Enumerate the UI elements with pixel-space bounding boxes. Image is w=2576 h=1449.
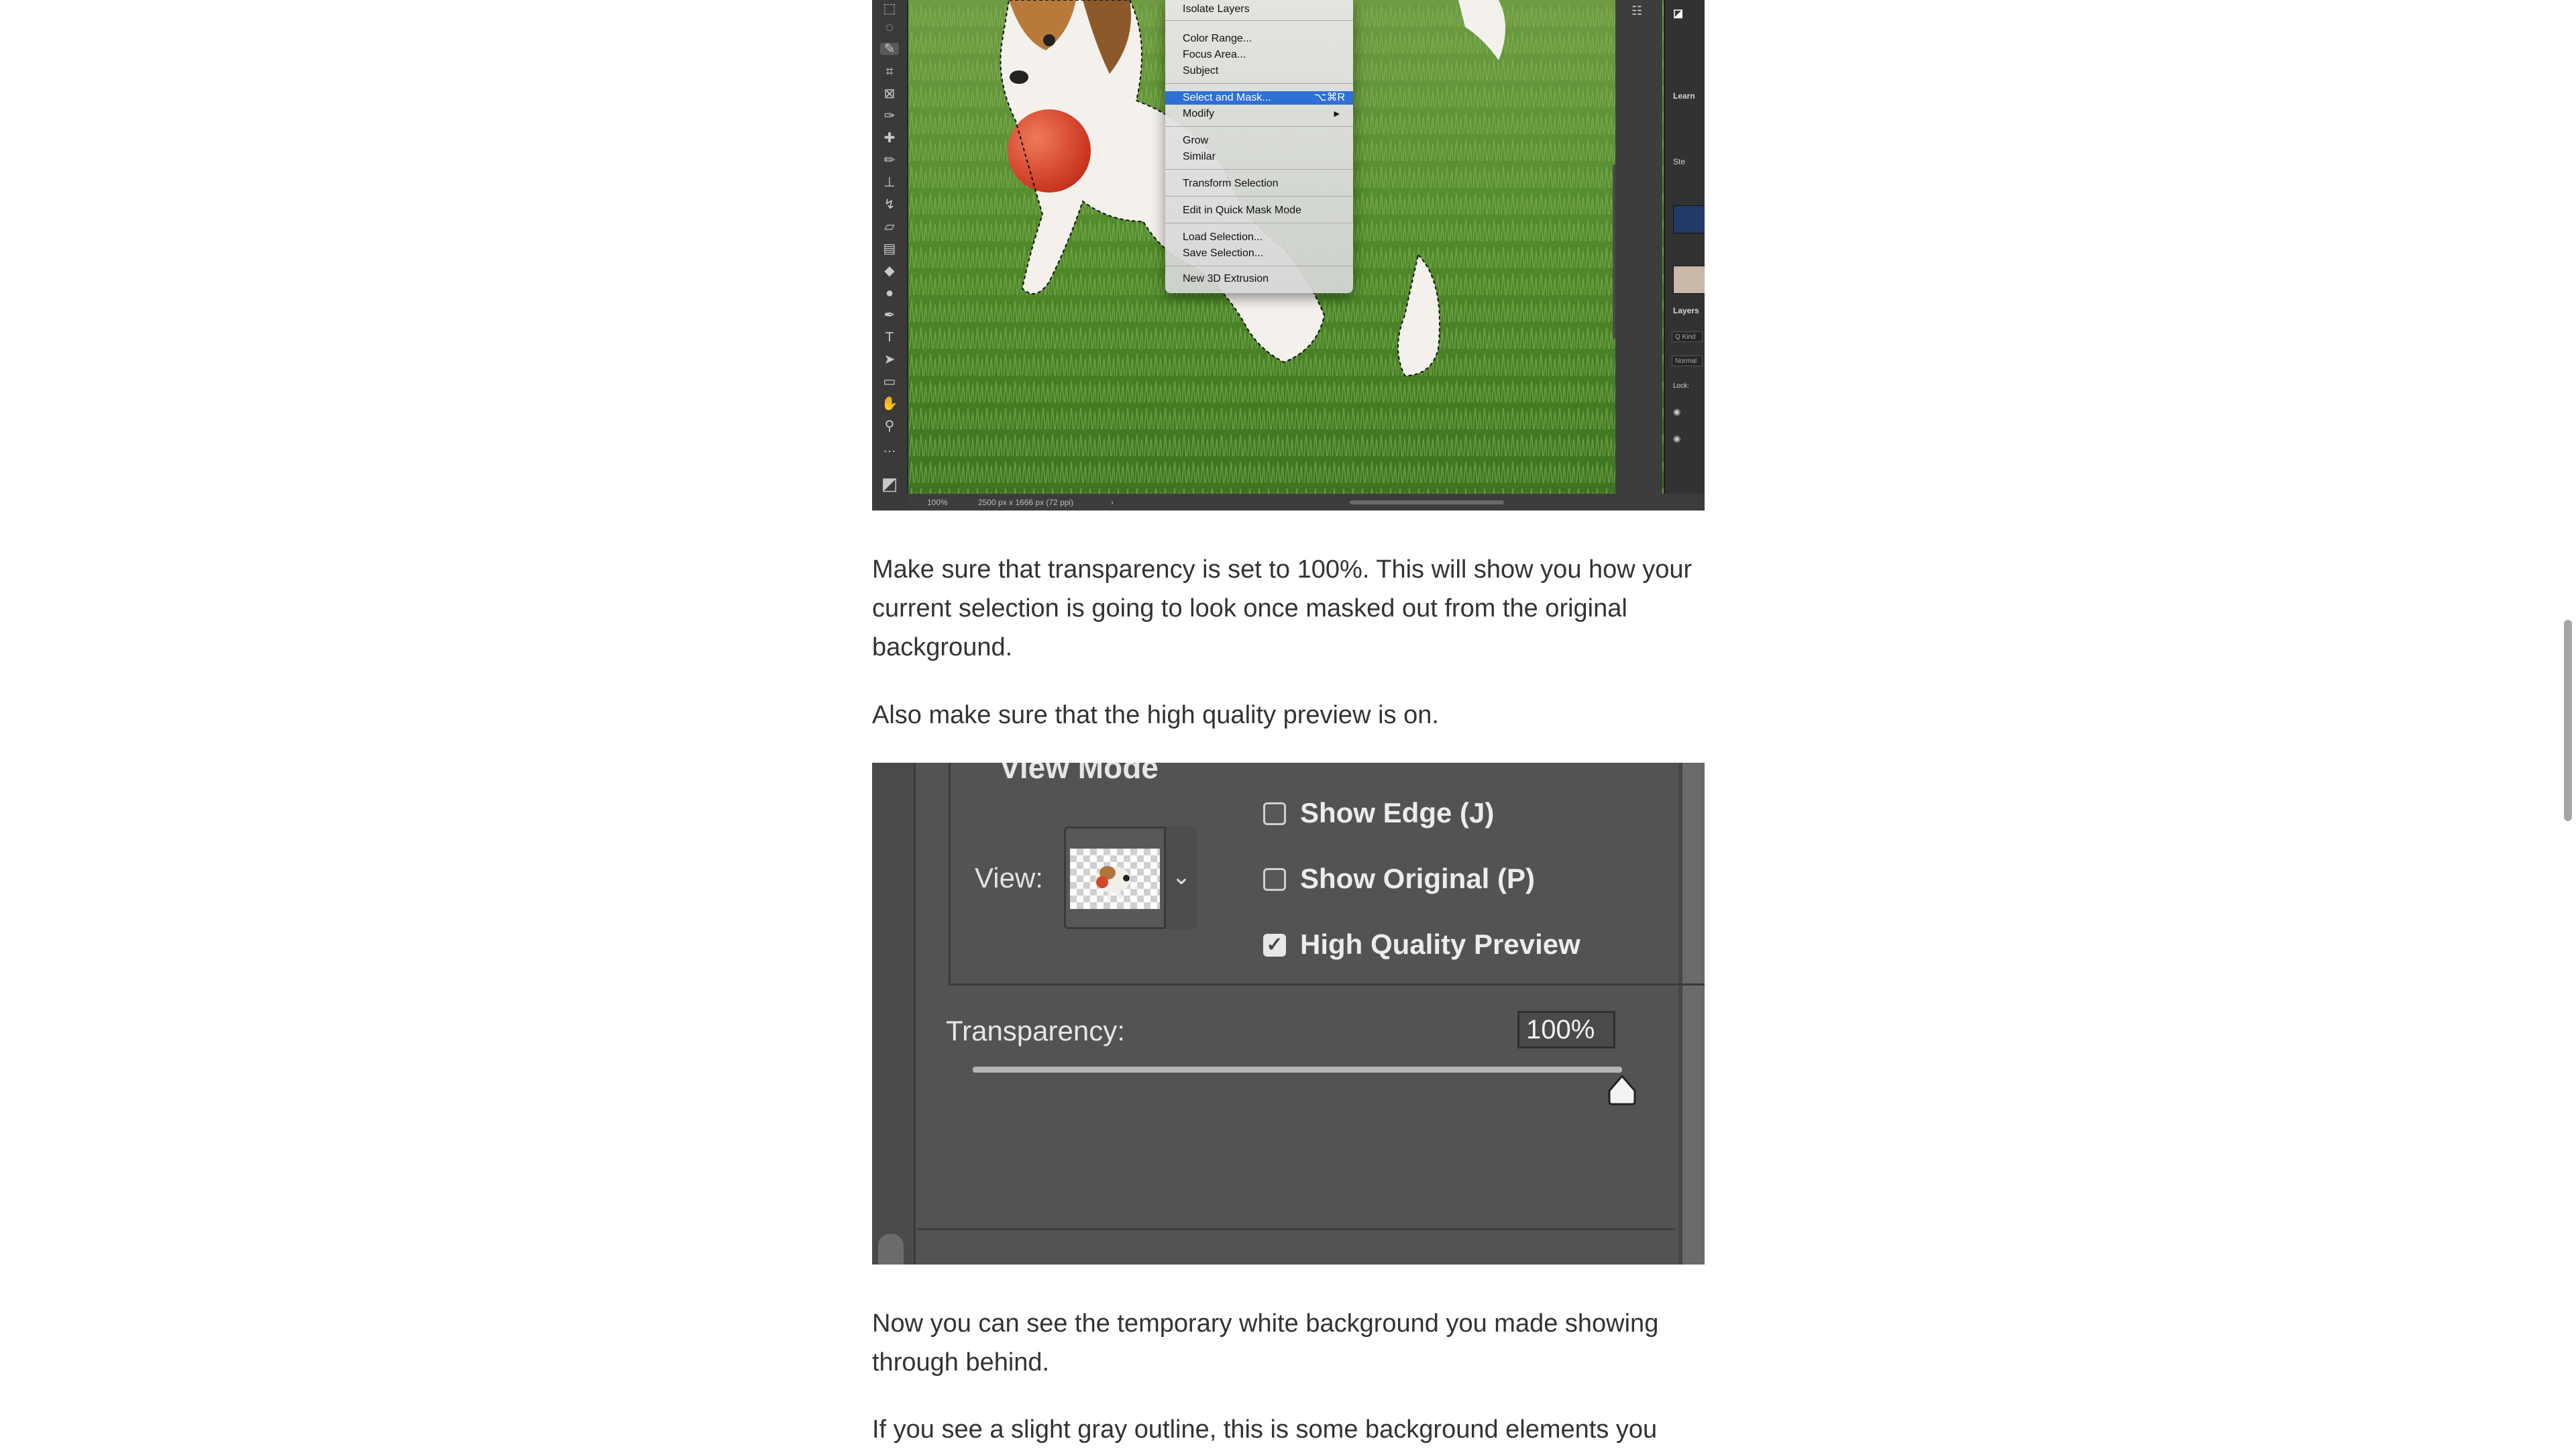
- transparency-value-field[interactable]: 100%: [1517, 1011, 1615, 1049]
- menu-item-select-and-mask[interactable]: Select and Mask... ⌥⌘R: [1165, 91, 1353, 105]
- high-quality-preview-checkbox[interactable]: ✓: [1263, 934, 1286, 957]
- menu-item-focus-area[interactable]: Focus Area...: [1183, 48, 1348, 62]
- learn-panel-label: Learn: [1673, 91, 1695, 101]
- zoom-tool-icon: ⚲: [884, 419, 895, 433]
- chevron-down-icon[interactable]: ⌄: [1164, 826, 1197, 929]
- panel-toggle-icon[interactable]: ☷: [1631, 4, 1642, 18]
- brush-tool-icon: ✏: [883, 153, 896, 168]
- eraser-tool-icon: ▱: [884, 219, 895, 234]
- horizontal-scrollbar[interactable]: [1350, 500, 1504, 504]
- view-mode-title: View Mode: [1000, 763, 1159, 785]
- high-quality-preview-label: High Quality Preview: [1300, 928, 1580, 960]
- stamp-tool-icon: ⊥: [883, 175, 896, 190]
- menu-separator: [1165, 126, 1353, 127]
- pen-tool-icon: ✒: [883, 308, 896, 323]
- frame-tool-icon: ⊠: [883, 87, 896, 101]
- status-bar: 100% 2500 px x 1666 px (72 ppi) ›: [907, 494, 1705, 511]
- dodge-tool-icon: ●: [885, 286, 894, 301]
- hand-tool-icon: ✋: [881, 396, 898, 411]
- view-label: View:: [975, 862, 1043, 894]
- menu-item-transform-selection[interactable]: Transform Selection: [1183, 177, 1348, 191]
- document-info[interactable]: 2500 px x 1666 px (72 ppi): [978, 498, 1073, 507]
- menu-separator: [1165, 83, 1353, 84]
- show-edge-checkbox[interactable]: [1263, 802, 1286, 825]
- right-panels: ◪ Learn Ste Layers Q Kind Normal Lock: ◉…: [1664, 0, 1705, 495]
- view-thumbnail: [1070, 849, 1160, 909]
- lock-label: Lock:: [1673, 382, 1689, 390]
- eye-icon[interactable]: ◉: [1673, 407, 1680, 417]
- select-and-mask-panel-screenshot: View Mode View: ⌄ Show Edge (J) Show Ori…: [872, 763, 1705, 1265]
- learn-thumbnail[interactable]: [1673, 205, 1705, 233]
- blend-mode-select[interactable]: Normal: [1672, 356, 1703, 366]
- menu-item-isolate-layers[interactable]: Isolate Layers: [1183, 3, 1348, 16]
- menu-item-modify[interactable]: Modify ▶: [1183, 107, 1348, 121]
- marquee-tool-icon: ⬚: [883, 1, 896, 16]
- show-edge-label: Show Edge (J): [1300, 797, 1495, 828]
- eye-icon[interactable]: ◉: [1673, 433, 1680, 444]
- color-swatch-icon: ◩: [881, 474, 898, 494]
- transparency-slider-handle[interactable]: [1605, 1073, 1639, 1107]
- show-original-checkbox[interactable]: [1263, 868, 1286, 891]
- transparency-slider-track[interactable]: [973, 1067, 1622, 1073]
- menu-item-load-selection[interactable]: Load Selection...: [1183, 231, 1348, 244]
- quick-select-tool-icon: ✎: [880, 42, 899, 56]
- panel-scroll-handle[interactable]: [878, 1234, 904, 1265]
- menu-item-new-3d-extrusion[interactable]: New 3D Extrusion: [1183, 272, 1348, 286]
- menu-item-label: Modify: [1183, 108, 1215, 119]
- blur-tool-icon: ◆: [884, 264, 895, 278]
- select-menu: Isolate Layers Color Range... Focus Area…: [1165, 0, 1353, 293]
- menu-separator: [1165, 196, 1353, 197]
- photoshop-toolbar: ⬚ ◌ ✎ ⌗ ⊠ ✑ ✚ ✏ ⊥ ↯ ▱ ▤ ◆ ● ✒ T ➤ ▭ ✋ ⚲ …: [872, 0, 908, 511]
- view-dropdown[interactable]: ⌄: [1064, 826, 1197, 929]
- history-brush-icon: ↯: [883, 197, 896, 212]
- learn-thumbnail[interactable]: [1673, 266, 1705, 294]
- layers-panel-label: Layers: [1673, 306, 1699, 315]
- crop-tool-icon: ⌗: [885, 64, 894, 79]
- menu-item-color-range[interactable]: Color Range...: [1183, 32, 1348, 46]
- panel-bottom-divider: [918, 1228, 1676, 1230]
- menu-separator: [1165, 20, 1353, 21]
- panel-icon-strip: ☷: [1615, 0, 1662, 495]
- menu-item-label: Select and Mask...: [1183, 92, 1271, 103]
- lasso-tool-icon: ◌: [885, 20, 894, 35]
- steps-label: Ste: [1673, 157, 1686, 166]
- menu-item-subject[interactable]: Subject: [1183, 64, 1348, 78]
- paragraph-gray-outline: If you see a slight gray outline, this i…: [872, 1415, 1658, 1444]
- status-arrow-icon[interactable]: ›: [1111, 498, 1114, 507]
- paragraph-white-background: Now you can see the temporary white back…: [872, 1309, 1659, 1377]
- layer-kind-filter[interactable]: Q Kind: [1672, 331, 1703, 342]
- dog-thumbnail-icon: [1095, 866, 1130, 900]
- transparency-label: Transparency:: [946, 1015, 1125, 1046]
- rectangle-tool-icon: ▭: [883, 374, 896, 389]
- more-tools-icon: …: [883, 441, 896, 455]
- menu-separator: [1165, 169, 1353, 170]
- menu-item-similar[interactable]: Similar: [1183, 150, 1348, 164]
- eyedropper-tool-icon: ✑: [883, 109, 896, 123]
- healing-tool-icon: ✚: [883, 131, 896, 146]
- menu-item-grow[interactable]: Grow: [1183, 134, 1348, 148]
- gradient-tool-icon: ▤: [883, 241, 896, 256]
- swatch-icon: ◪: [1673, 8, 1684, 19]
- article-page: ⬚ ◌ ✎ ⌗ ⊠ ✑ ✚ ✏ ⊥ ↯ ▱ ▤ ◆ ● ✒ T ➤ ▭ ✋ ⚲ …: [0, 0, 2576, 1448]
- show-original-label: Show Original (P): [1300, 863, 1536, 894]
- menu-shortcut: ⌥⌘R: [1314, 92, 1345, 103]
- photoshop-select-menu-screenshot: ⬚ ◌ ✎ ⌗ ⊠ ✑ ✚ ✏ ⊥ ↯ ▱ ▤ ◆ ● ✒ T ➤ ▭ ✋ ⚲ …: [872, 0, 1705, 511]
- page-scrollbar-thumb[interactable]: [2564, 620, 2572, 821]
- paragraph-transparency: Make sure that transparency is set to 10…: [872, 555, 1693, 661]
- panel-left-strip: [872, 763, 916, 1265]
- type-tool-icon: T: [885, 330, 894, 345]
- menu-item-quick-mask[interactable]: Edit in Quick Mask Mode: [1183, 204, 1348, 217]
- menu-item-save-selection[interactable]: Save Selection...: [1183, 247, 1348, 260]
- path-select-icon: ➤: [883, 352, 896, 367]
- paragraph-high-quality: Also make sure that the high quality pre…: [872, 701, 1439, 729]
- zoom-level: 100%: [927, 498, 948, 507]
- submenu-arrow-icon: ▶: [1334, 110, 1340, 118]
- transparency-slider-fill: [973, 1067, 1622, 1073]
